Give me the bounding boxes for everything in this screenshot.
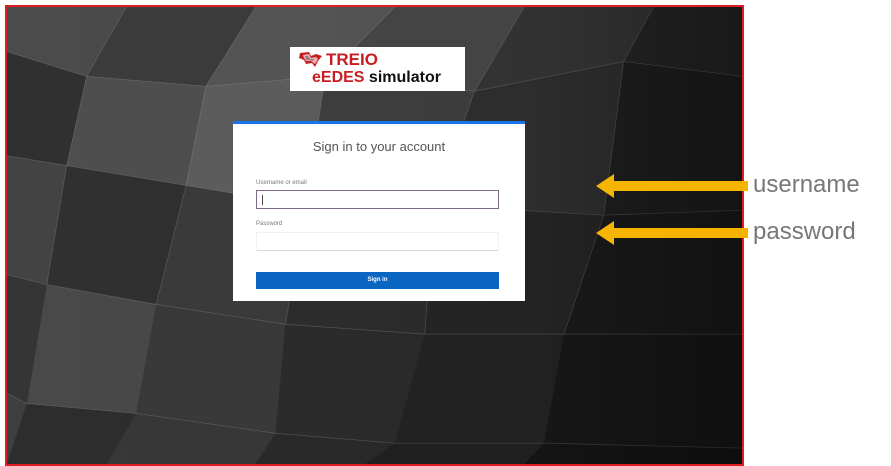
username-label: Username or email (256, 180, 307, 186)
brand-subtitle-part2: simulator (368, 69, 441, 86)
sign-in-button[interactable]: Sign in (256, 272, 499, 289)
text-caret (262, 195, 263, 205)
brand-subtitle: eEDES simulator (312, 70, 441, 86)
password-label: Password (256, 221, 283, 227)
password-annotation-label: password (753, 218, 856, 245)
brand-top-label: TREIO (326, 50, 378, 69)
username-input[interactable] (256, 190, 499, 209)
sign-in-title: Sign in to your account (312, 139, 446, 154)
brand-logo: TREIO eEDES simulator (290, 47, 465, 91)
left-arrow-icon (596, 221, 748, 245)
username-annotation-label: username (753, 171, 860, 198)
brand-subtitle-part1: eEDES (312, 69, 365, 86)
username-annotation: username (596, 171, 891, 198)
screenshot-stage: TREIO eEDES simulator Sign in to your ac… (0, 0, 891, 466)
left-arrow-icon (596, 174, 748, 198)
login-card: Sign in to your account Username or emai… (233, 121, 525, 301)
stylized-red-map-logo-icon (299, 52, 322, 67)
password-input[interactable] (256, 232, 499, 251)
password-annotation: password (596, 218, 891, 245)
